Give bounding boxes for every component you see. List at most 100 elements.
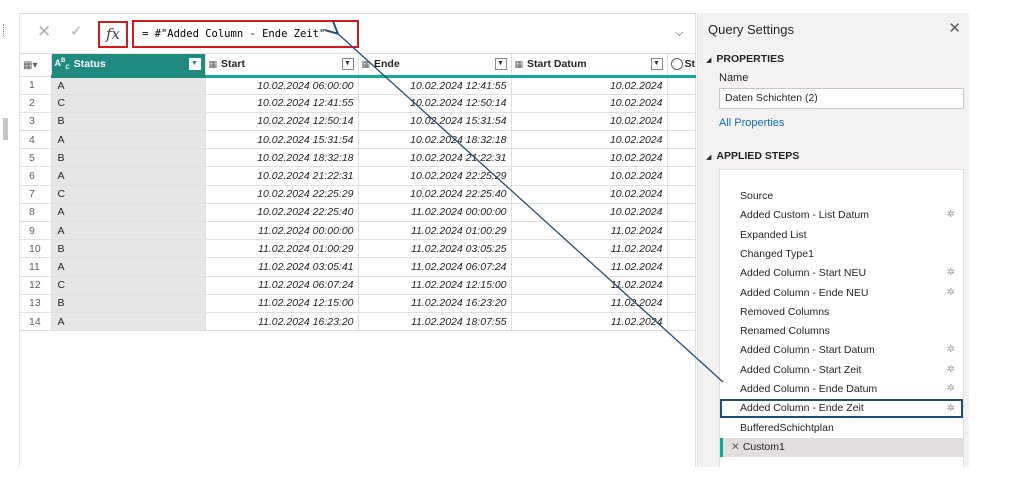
datetime-type-icon[interactable]: ▦ [209, 59, 218, 70]
collapse-handle[interactable] [3, 118, 8, 140]
ende-cell[interactable]: 11.02.2024 12:15:00 [358, 276, 512, 295]
ende-cell[interactable]: 10.02.2024 12:41:55 [358, 76, 512, 95]
row-number[interactable]: 3 [20, 112, 52, 132]
ende-cell[interactable]: 10.02.2024 12:50:14 [358, 94, 512, 113]
table-row[interactable]: 7 C 10.02.2024 22:25:29 10.02.2024 22:25:40… [20, 185, 696, 204]
start-cell[interactable]: 11.02.2024 12:15:00 [205, 294, 359, 313]
close-icon[interactable]: ✕ [948, 19, 961, 37]
collapse-triangle-icon[interactable]: ◢ [706, 154, 711, 161]
delete-step-icon[interactable]: ✕ [731, 441, 740, 453]
applied-step[interactable]: Renamed Columns [720, 322, 963, 341]
start-datum-cell[interactable]: 10.02.2024 [511, 185, 668, 204]
start-datum-cell[interactable]: 10.02.2024 [511, 94, 668, 113]
row-number[interactable]: 5 [20, 148, 52, 168]
applied-step[interactable]: Added Column - Ende NEU ✲ [720, 284, 963, 303]
start-datum-cell[interactable]: 10.02.2024 [511, 130, 668, 150]
start-cell[interactable]: 11.02.2024 16:23:20 [205, 312, 359, 332]
filter-dropdown-icon[interactable]: ▼ [650, 58, 663, 70]
table-row[interactable]: 3 B 10.02.2024 12:50:14 10.02.2024 15:31:54… [20, 112, 696, 132]
row-number[interactable]: 14 [20, 312, 52, 332]
status-cell[interactable]: A [51, 203, 206, 223]
status-cell[interactable]: A [51, 130, 206, 150]
start-cell[interactable]: 11.02.2024 00:00:00 [205, 221, 359, 241]
start-cell[interactable]: 10.02.2024 12:41:55 [205, 94, 359, 113]
row-number[interactable]: 2 [20, 94, 52, 113]
datetime-type-icon[interactable]: ▦ [362, 59, 371, 70]
ende-cell[interactable]: 11.02.2024 16:23:20 [358, 294, 512, 313]
properties-header[interactable]: ◢ PROPERTIES [706, 53, 784, 65]
applied-step[interactable]: Added Custom - List Datum ✲ [720, 206, 963, 225]
applied-step[interactable]: Added Column - Start NEU ✲ [720, 264, 963, 283]
start-zeit-cell[interactable] [667, 312, 696, 332]
start-datum-cell[interactable]: 10.02.2024 [511, 203, 668, 223]
start-zeit-cell[interactable] [667, 276, 696, 295]
table-row[interactable]: 9 A 11.02.2024 00:00:00 11.02.2024 01:00:29… [20, 221, 696, 241]
column-header-ende[interactable]: ▦ Ende ▼ [358, 54, 512, 78]
row-number[interactable]: 10 [20, 239, 52, 259]
column-header-status[interactable]: ABC Status ▼ [51, 54, 206, 78]
column-header-start-datum[interactable]: ▦ Start Datum ▼ [511, 54, 668, 78]
start-zeit-cell[interactable] [667, 203, 696, 223]
ende-cell[interactable]: 10.02.2024 22:25:29 [358, 166, 512, 186]
table-row[interactable]: 12 C 11.02.2024 06:07:24 11.02.2024 12:15:0… [20, 276, 696, 295]
ende-cell[interactable]: 10.02.2024 21:22:31 [358, 148, 512, 168]
table-row[interactable]: 14 A 11.02.2024 16:23:20 11.02.2024 18:07:5… [20, 312, 696, 332]
row-number[interactable]: 1 [20, 76, 52, 95]
start-cell[interactable]: 10.02.2024 22:25:40 [205, 203, 359, 223]
column-header-start[interactable]: ▦ Start ▼ [205, 54, 359, 78]
applied-steps-header[interactable]: ◢ APPLIED STEPS [706, 150, 799, 162]
cancel-icon[interactable]: ✕ [37, 22, 51, 42]
table-row[interactable]: 5 B 10.02.2024 18:32:18 10.02.2024 21:22:31… [20, 148, 696, 168]
start-cell[interactable]: 10.02.2024 15:31:54 [205, 130, 359, 150]
start-datum-cell[interactable]: 11.02.2024 [511, 276, 668, 295]
status-cell[interactable]: C [51, 276, 206, 295]
start-zeit-cell[interactable] [667, 185, 696, 204]
start-zeit-cell[interactable] [667, 112, 696, 132]
start-zeit-cell[interactable] [667, 257, 696, 277]
start-datum-cell[interactable]: 10.02.2024 [511, 148, 668, 168]
row-number[interactable]: 6 [20, 166, 52, 186]
start-datum-cell[interactable]: 11.02.2024 [511, 312, 668, 332]
gear-icon[interactable]: ✲ [947, 380, 955, 399]
applied-step[interactable]: Added Column - Start Datum ✲ [720, 341, 963, 360]
start-cell[interactable]: 10.02.2024 21:22:31 [205, 166, 359, 186]
applied-step[interactable]: Changed Type1 [720, 245, 963, 264]
table-row[interactable]: 2 C 10.02.2024 12:41:55 10.02.2024 12:50:14… [20, 94, 696, 113]
fx-icon[interactable]: fx [98, 21, 128, 48]
ende-cell[interactable]: 11.02.2024 06:07:24 [358, 257, 512, 277]
commit-check-icon[interactable]: ✓ [70, 22, 83, 40]
start-datum-cell[interactable]: 10.02.2024 [511, 76, 668, 95]
status-cell[interactable]: B [51, 112, 206, 132]
start-datum-cell[interactable]: 11.02.2024 [511, 257, 668, 277]
ende-cell[interactable]: 10.02.2024 15:31:54 [358, 112, 512, 132]
table-row[interactable]: 11 A 11.02.2024 03:05:41 11.02.2024 06:07:2… [20, 257, 696, 277]
start-datum-cell[interactable]: 11.02.2024 [511, 239, 668, 259]
start-cell[interactable]: 10.02.2024 18:32:18 [205, 148, 359, 168]
table-row[interactable]: 6 A 10.02.2024 21:22:31 10.02.2024 22:25:29… [20, 166, 696, 186]
status-cell[interactable]: A [51, 257, 206, 277]
ende-cell[interactable]: 11.02.2024 03:05:25 [358, 239, 512, 259]
applied-step[interactable]: Added Column - Start Zeit ✲ [720, 361, 963, 380]
gear-icon[interactable]: ✲ [947, 361, 955, 380]
row-number[interactable]: 7 [20, 185, 52, 204]
ende-cell[interactable]: 11.02.2024 01:00:29 [358, 221, 512, 241]
row-number[interactable]: 8 [20, 203, 52, 223]
gear-icon[interactable]: ✲ [947, 341, 955, 360]
start-zeit-cell[interactable] [667, 239, 696, 259]
gear-icon[interactable]: ✲ [947, 206, 955, 225]
gear-icon[interactable]: ✲ [947, 401, 955, 416]
start-zeit-cell[interactable] [667, 76, 696, 95]
start-datum-cell[interactable]: 11.02.2024 [511, 221, 668, 241]
row-number[interactable]: 4 [20, 130, 52, 150]
date-type-icon[interactable]: ▦ [515, 59, 524, 70]
ende-cell[interactable]: 10.02.2024 18:32:18 [358, 130, 512, 150]
applied-step[interactable]: Removed Columns [720, 303, 963, 322]
table-row[interactable]: 13 B 11.02.2024 12:15:00 11.02.2024 16:23:2… [20, 294, 696, 313]
start-datum-cell[interactable]: 11.02.2024 [511, 294, 668, 313]
filter-dropdown-icon[interactable]: ▼ [341, 58, 354, 70]
status-cell[interactable]: B [51, 148, 206, 168]
start-cell[interactable]: 11.02.2024 03:05:41 [205, 257, 359, 277]
start-zeit-cell[interactable] [667, 166, 696, 186]
status-cell[interactable]: A [51, 76, 206, 95]
table-menu-icon[interactable]: ▦▾ [20, 54, 52, 77]
